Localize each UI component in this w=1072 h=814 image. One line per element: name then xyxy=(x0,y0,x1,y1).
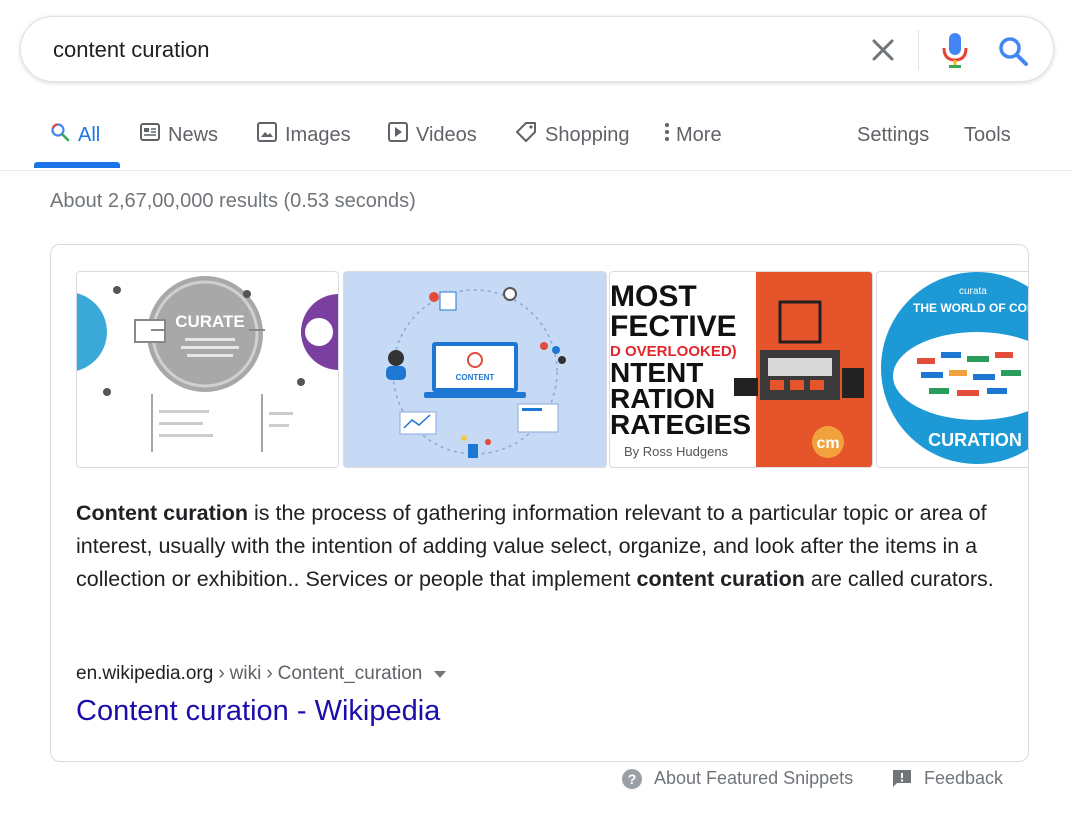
tab-videos[interactable]: Videos xyxy=(388,122,477,148)
feedback-link[interactable]: Feedback xyxy=(892,768,1003,789)
search-bar xyxy=(20,16,1054,82)
about-label: About Featured Snippets xyxy=(654,768,854,788)
tab-label: Shopping xyxy=(545,123,630,146)
about-featured-snippets-link[interactable]: ? About Featured Snippets xyxy=(622,768,853,789)
thumbnail-line: MOST xyxy=(610,280,697,313)
breadcrumb-path: wiki xyxy=(229,663,262,684)
breadcrumb-path: Content_curation xyxy=(277,663,423,684)
help-icon: ? xyxy=(622,768,642,789)
featured-snippet: CURATE CONTENT MOST FECTIVE D OVERLOOKED… xyxy=(50,244,1029,762)
breadcrumb: en.wikipedia.org › wiki › Content_curati… xyxy=(76,663,447,685)
search-icon xyxy=(50,122,70,148)
result-stats: About 2,67,00,000 results (0.53 seconds) xyxy=(50,190,416,212)
tab-images[interactable]: Images xyxy=(257,122,351,148)
settings-label: Settings xyxy=(857,123,930,146)
settings-link[interactable]: Settings xyxy=(857,122,929,148)
snippet-bold: content curation xyxy=(636,567,805,591)
active-tab-indicator xyxy=(34,162,120,168)
thumbnail-strategies[interactable]: MOST FECTIVE D OVERLOOKED) NTENT RATION … xyxy=(609,271,873,468)
microphone-icon[interactable] xyxy=(941,31,969,69)
thumbnail-world-of-content[interactable]: curata THE WORLD OF CONTEN CURATION xyxy=(876,271,1028,468)
result-title-link[interactable]: Content curation - Wikipedia xyxy=(76,695,440,728)
search-tabs: All News Images Videos Shopping More Set… xyxy=(0,110,1072,171)
thumbnail-text: CONTENT xyxy=(456,373,495,382)
thumbnail-curate[interactable]: CURATE xyxy=(76,271,339,468)
tools-link[interactable]: Tools xyxy=(964,122,1011,148)
thumbnail-line: FECTIVE xyxy=(610,310,737,343)
news-icon xyxy=(140,123,160,147)
clear-icon[interactable] xyxy=(867,34,899,66)
snippet-body: are called curators. xyxy=(804,567,994,591)
search-divider xyxy=(918,30,919,70)
thumbnail-brand: curata xyxy=(959,286,987,297)
tab-label: All xyxy=(78,123,101,146)
tab-label: Images xyxy=(285,123,351,146)
breadcrumb-separator: › xyxy=(266,663,273,684)
tab-label: Videos xyxy=(416,123,477,146)
thumbnail-content[interactable]: CONTENT xyxy=(343,271,607,468)
thumbnail-byline: By Ross Hudgens xyxy=(624,444,729,459)
thumbnail-logo: cm xyxy=(816,435,839,452)
svg-text:?: ? xyxy=(628,771,637,787)
more-vert-icon xyxy=(664,122,670,148)
thumbnail-text: CURATE xyxy=(175,312,245,331)
thumbnail-headline: THE WORLD OF CONTEN xyxy=(913,301,1028,315)
snippet-bold: Content curation xyxy=(76,501,248,525)
breadcrumb-domain: en.wikipedia.org xyxy=(76,663,214,684)
breadcrumb-separator: › xyxy=(218,663,225,684)
dropdown-arrow-icon[interactable] xyxy=(434,670,447,678)
tab-news[interactable]: News xyxy=(140,122,218,148)
tools-label: Tools xyxy=(964,123,1011,146)
feedback-icon xyxy=(892,769,912,789)
tab-label: News xyxy=(168,123,219,146)
thumbnail-footer: CURATION xyxy=(928,430,1022,450)
tab-label: More xyxy=(676,123,722,146)
tag-icon xyxy=(515,121,537,149)
search-icon[interactable] xyxy=(997,35,1029,67)
thumbnail-line: RATEGIES xyxy=(610,409,751,440)
tab-all[interactable]: All xyxy=(50,122,100,148)
image-icon xyxy=(257,122,277,148)
image-carousel: CURATE CONTENT MOST FECTIVE D OVERLOOKED… xyxy=(76,271,1028,468)
snippet-text: Content curation is the process of gathe… xyxy=(76,497,1006,596)
tab-more[interactable]: More xyxy=(664,122,722,148)
tab-shopping[interactable]: Shopping xyxy=(515,122,630,148)
feedback-label: Feedback xyxy=(924,768,1004,788)
play-icon xyxy=(388,122,408,148)
search-input[interactable] xyxy=(51,31,835,69)
